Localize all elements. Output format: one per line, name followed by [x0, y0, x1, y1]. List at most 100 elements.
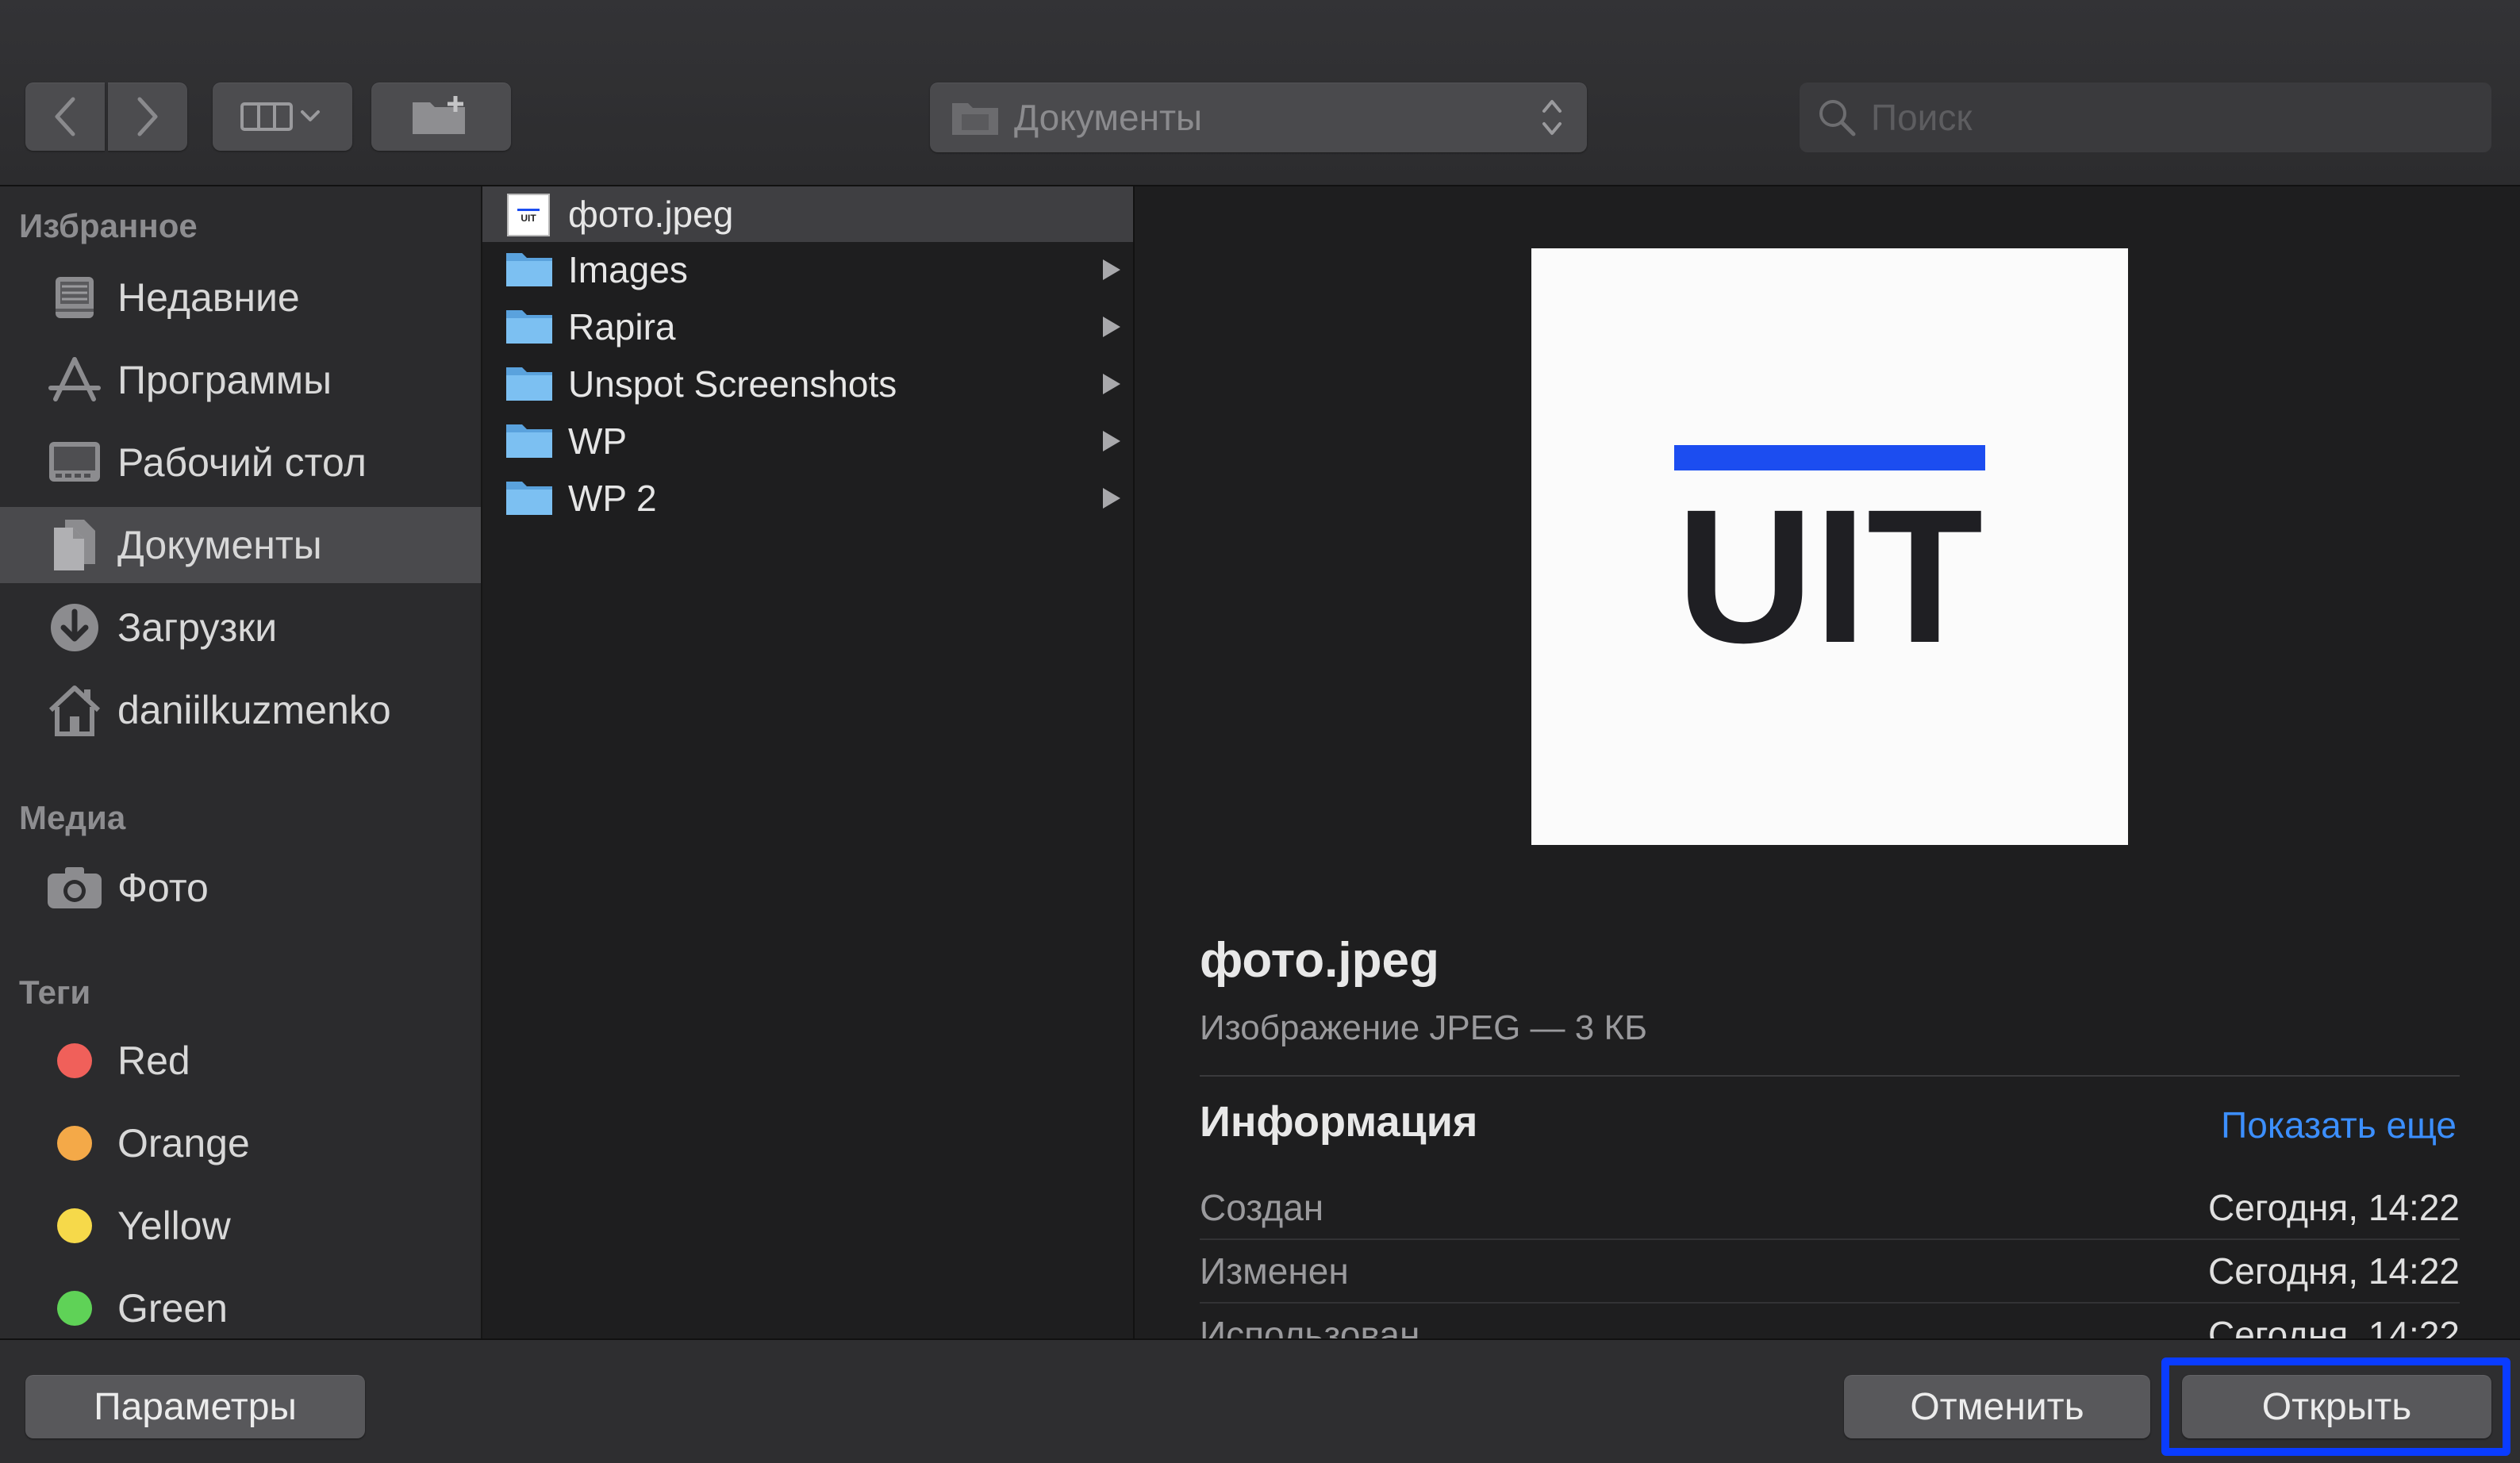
new-folder-button[interactable] [371, 83, 511, 151]
cancel-button[interactable]: Отменить [1844, 1375, 2150, 1438]
info-heading: Информация [1200, 1098, 1478, 1146]
meta-value: Сегодня, 14:22 [2208, 1187, 2460, 1228]
sidebar-item-label: Фото [117, 866, 209, 910]
divider [1200, 1075, 2460, 1077]
search-input[interactable] [1869, 95, 2476, 140]
file-name: фото.jpeg [568, 194, 734, 235]
red-tag-icon [46, 1032, 103, 1089]
search-field[interactable] [1800, 83, 2491, 152]
sidebar-item-label: Red [117, 1039, 190, 1083]
folder-icon [505, 248, 554, 294]
file-browser-column: UIT фото.jpeg Images Rapira Unspot Scree… [482, 186, 1135, 1338]
bottom-bar: Параметры Отменить Открыть [0, 1338, 2520, 1463]
open-button[interactable]: Открыть [2182, 1375, 2491, 1438]
documents-icon [46, 516, 103, 574]
logo-text: UIT [1677, 470, 1984, 682]
sidebar-item-applications[interactable]: Программы [0, 342, 481, 418]
image-file-icon: UIT [505, 193, 552, 241]
disclosure-arrow-icon [1103, 431, 1120, 451]
recents-icon [46, 269, 103, 326]
sidebar-item-label: Загрузки [117, 605, 278, 650]
sidebar-item-documents[interactable]: Документы [0, 507, 481, 583]
file-row-folder[interactable]: WP 2 [482, 470, 1133, 526]
home-icon [46, 682, 103, 739]
sidebar-item-desktop[interactable]: Рабочий стол [0, 424, 481, 501]
chevron-right-icon [137, 97, 158, 136]
sidebar-section-favorites: Избранное [19, 207, 198, 244]
sidebar-item-label: Программы [117, 358, 332, 402]
folder-icon [505, 420, 554, 465]
new-folder-icon [413, 96, 465, 134]
options-button[interactable]: Параметры [25, 1375, 365, 1438]
sidebar-tag-green[interactable]: Green [0, 1270, 481, 1338]
svg-text:UIT: UIT [521, 213, 536, 224]
sidebar-item-label: Orange [117, 1121, 250, 1165]
file-name: WP [568, 420, 628, 462]
disclosure-arrow-icon [1103, 374, 1120, 394]
file-row-folder[interactable]: Unspot Screenshots [482, 356, 1133, 412]
view-mode-button[interactable] [213, 83, 352, 151]
sidebar-item-downloads[interactable]: Загрузки [0, 589, 481, 666]
sidebar-item-label: Документы [117, 523, 322, 567]
show-more-link[interactable]: Показать еще [2221, 1104, 2457, 1146]
location-popup[interactable]: Документы [930, 83, 1587, 152]
sidebar-item-label: daniilkuzmenko [117, 688, 391, 732]
disclosure-arrow-icon [1103, 317, 1120, 337]
meta-key: Изменен [1200, 1250, 1349, 1292]
preview-pane: UIT фото.jpeg Изображение JPEG — 3 КБ Ин… [1135, 186, 2520, 1338]
meta-row-modified: Изменен Сегодня, 14:22 [1200, 1238, 2460, 1304]
meta-row-used: Использован Сегодня, 14:22 [1200, 1302, 2460, 1338]
meta-value: Сегодня, 14:22 [2208, 1250, 2460, 1292]
file-open-dialog: Документы Избранное [0, 0, 2520, 1463]
toolbar: Документы [0, 0, 2520, 186]
search-icon [1819, 100, 1856, 136]
meta-row-created: Создан Сегодня, 14:22 [1200, 1175, 2460, 1240]
file-row-folder[interactable]: Images [482, 242, 1133, 298]
sidebar-item-label: Green [117, 1286, 228, 1331]
file-row-folder[interactable]: Rapira [482, 299, 1133, 355]
preview-filetype: Изображение JPEG — 3 КБ [1200, 1008, 1647, 1047]
meta-key: Создан [1200, 1187, 1324, 1228]
camera-icon [46, 859, 103, 916]
file-name: Rapira [568, 306, 676, 348]
meta-key: Использован [1200, 1314, 1420, 1338]
orange-tag-icon [46, 1115, 103, 1172]
preview-filename: фото.jpeg [1200, 933, 1439, 988]
file-row-photo[interactable]: UIT фото.jpeg [482, 186, 1133, 242]
sidebar: Избранное Недавние Программы Рабочий сто… [0, 186, 482, 1338]
sidebar-section-tags: Теги [19, 973, 91, 1011]
folder-icon [505, 305, 554, 351]
sidebar-item-label: Yellow [117, 1204, 231, 1248]
forward-button[interactable] [108, 83, 187, 151]
sidebar-tag-red[interactable]: Red [0, 1023, 481, 1099]
sidebar-item-recents[interactable]: Недавние [0, 259, 481, 336]
file-name: Images [568, 249, 688, 290]
sidebar-item-home[interactable]: daniilkuzmenko [0, 672, 481, 748]
sidebar-item-label: Недавние [117, 275, 300, 320]
chevron-left-icon [55, 97, 75, 136]
sidebar-section-media: Медиа [19, 799, 126, 836]
green-tag-icon [46, 1280, 103, 1337]
uit-logo: UIT [1674, 445, 1985, 682]
file-name: WP 2 [568, 478, 657, 519]
folder-icon [505, 477, 554, 522]
chevron-updown-icon [1542, 100, 1562, 135]
yellow-tag-icon [46, 1197, 103, 1254]
desktop-icon [46, 434, 103, 491]
applications-icon [46, 351, 103, 409]
file-name: Unspot Screenshots [568, 363, 897, 405]
folder-icon [952, 103, 998, 135]
back-button[interactable] [25, 83, 105, 151]
folder-icon [505, 363, 554, 408]
disclosure-arrow-icon [1103, 488, 1120, 509]
location-label: Документы [1014, 97, 1203, 138]
disclosure-arrow-icon [1103, 259, 1120, 280]
sidebar-item-label: Рабочий стол [117, 440, 367, 485]
sidebar-tag-yellow[interactable]: Yellow [0, 1188, 481, 1264]
meta-value: Сегодня, 14:22 [2208, 1314, 2460, 1338]
sidebar-tag-orange[interactable]: Orange [0, 1105, 481, 1181]
downloads-icon [46, 599, 103, 656]
sidebar-item-photos[interactable]: Фото [0, 850, 481, 926]
file-row-folder[interactable]: WP [482, 413, 1133, 469]
columns-view-icon [240, 102, 320, 131]
